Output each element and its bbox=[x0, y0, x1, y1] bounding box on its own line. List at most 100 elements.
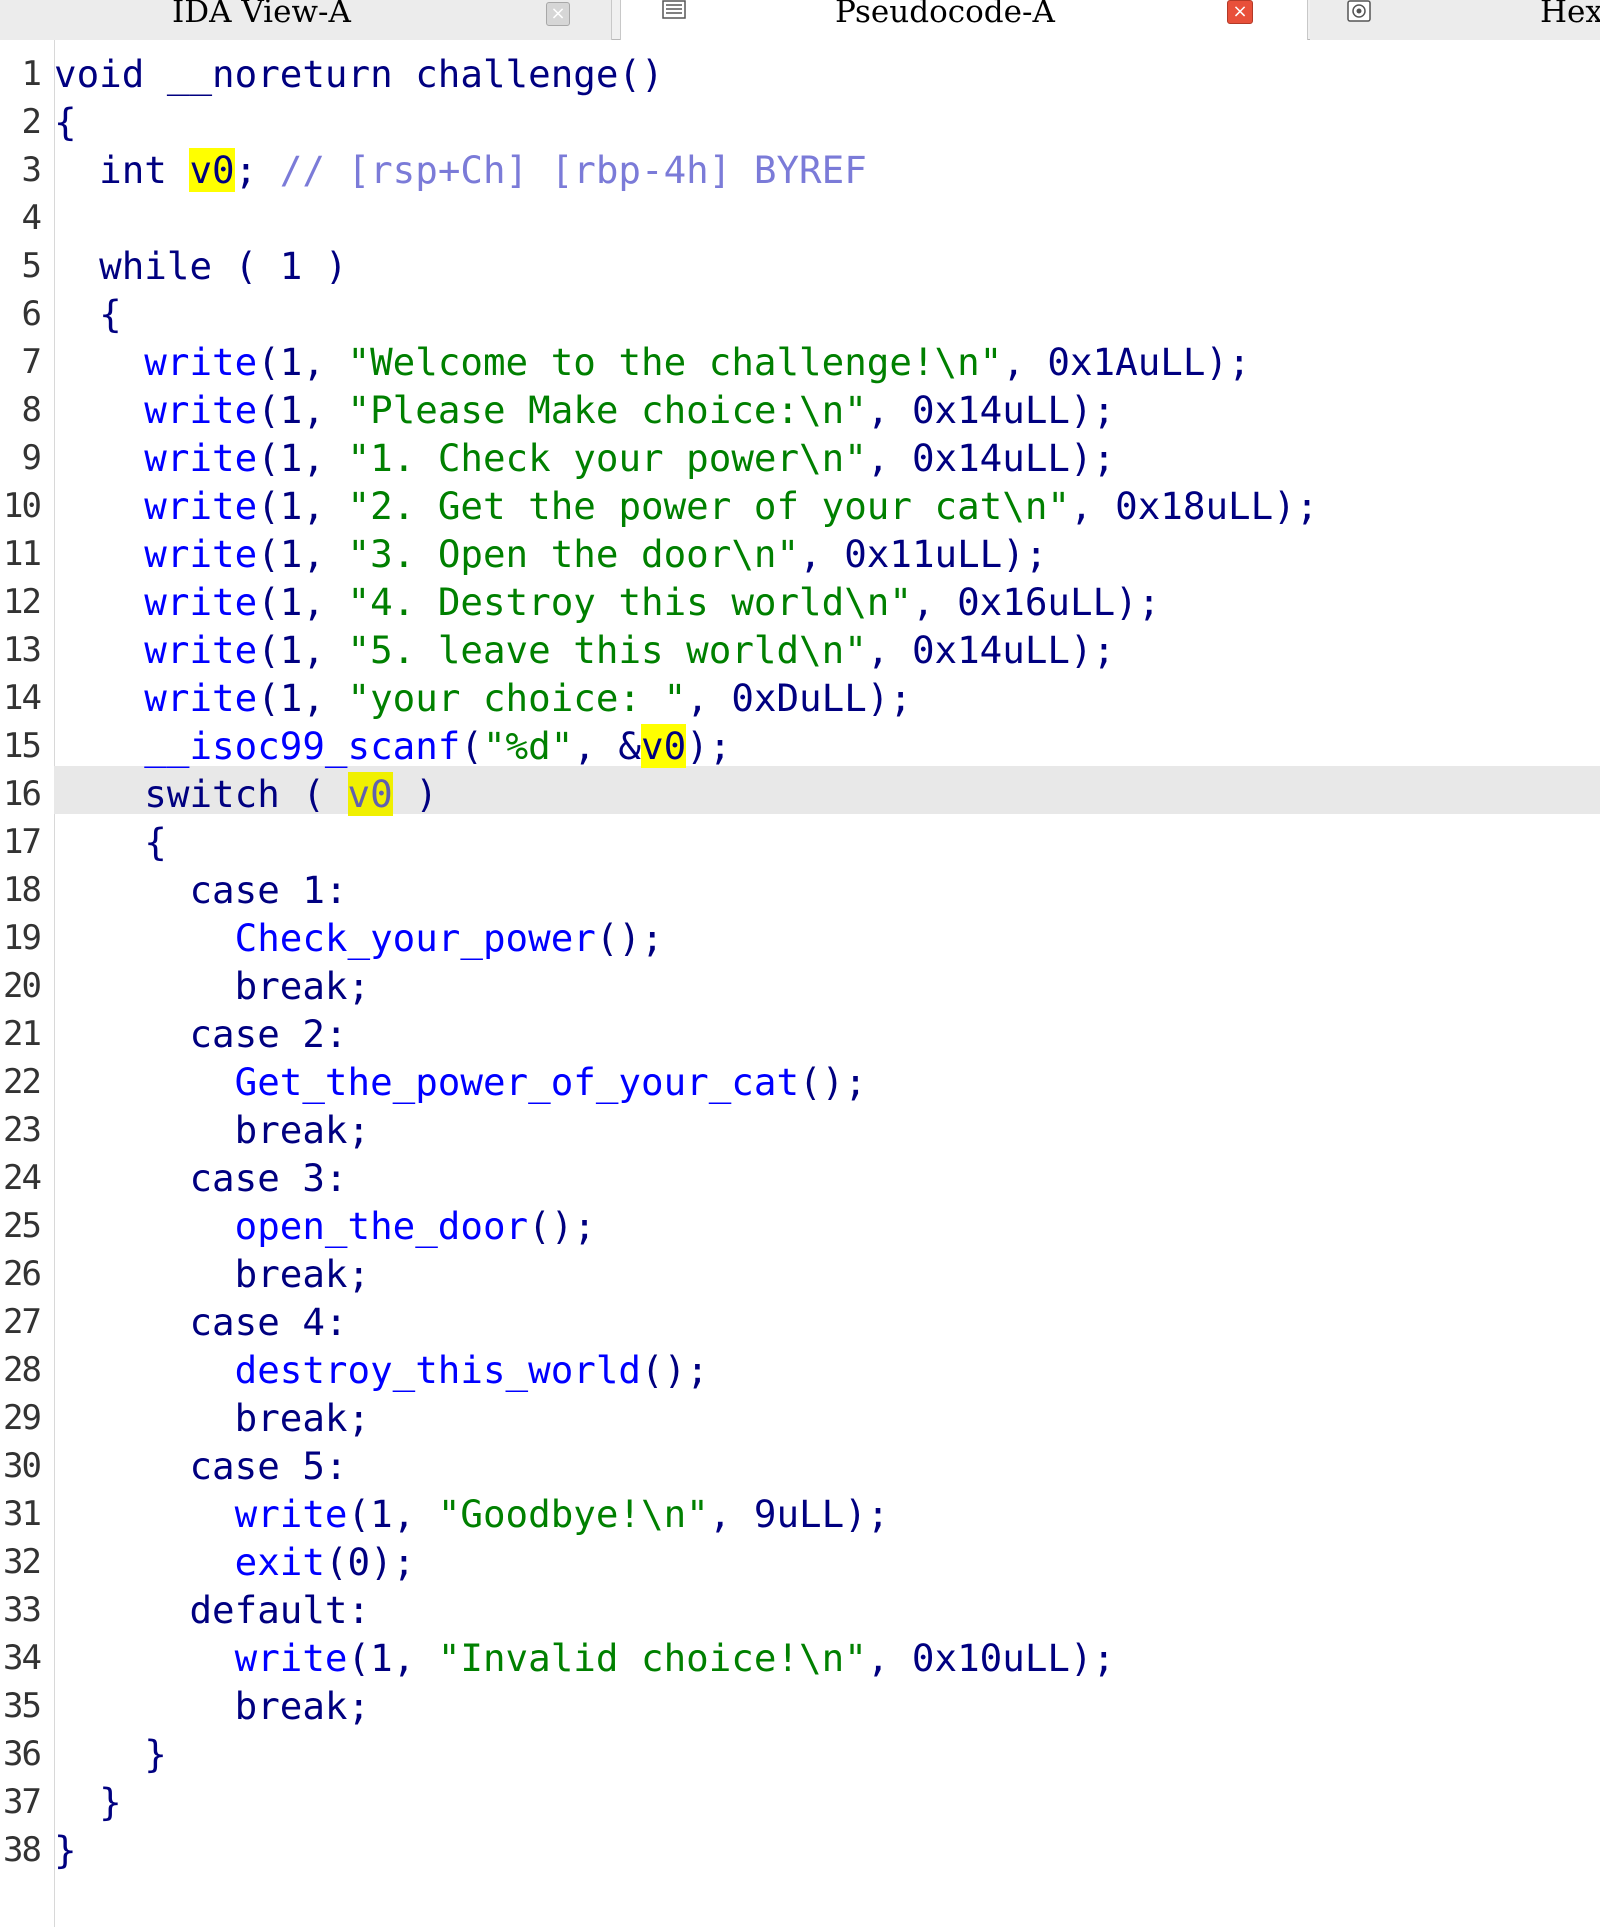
code-line[interactable]: 33 default: bbox=[0, 1586, 1600, 1634]
code-line[interactable]: 7 write(1, "Welcome to the challenge!\n"… bbox=[0, 338, 1600, 386]
tab-hex-view[interactable]: Hex bbox=[1310, 0, 1600, 40]
function-call[interactable]: write bbox=[54, 676, 257, 720]
code-text[interactable]: } bbox=[54, 1778, 122, 1826]
code-text[interactable]: exit(0); bbox=[54, 1538, 416, 1586]
code-token[interactable]: (1, bbox=[257, 628, 347, 672]
code-token[interactable]: void __noreturn challenge() bbox=[54, 52, 664, 96]
function-call[interactable]: destroy_this_world bbox=[54, 1348, 641, 1392]
code-text[interactable]: case 5: bbox=[54, 1442, 347, 1490]
code-line[interactable]: 36 } bbox=[0, 1730, 1600, 1778]
code-line[interactable]: 9 write(1, "1. Check your power\n", 0x14… bbox=[0, 434, 1600, 482]
pseudocode-editor[interactable]: 1 void __noreturn challenge() 2{3 int v0; … bbox=[0, 40, 1600, 1927]
code-line[interactable]: 25 open_the_door(); bbox=[0, 1202, 1600, 1250]
code-text[interactable]: int v0; // [rsp+Ch] [rbp-4h] BYREF bbox=[54, 146, 867, 194]
code-line[interactable]: 17 { bbox=[0, 818, 1600, 866]
string-literal[interactable]: "your choice: " bbox=[348, 676, 687, 720]
code-line[interactable]: 14 write(1, "your choice: ", 0xDuLL); bbox=[0, 674, 1600, 722]
code-token[interactable]: { bbox=[54, 100, 77, 144]
code-line[interactable]: 4 bbox=[0, 194, 1600, 242]
code-line[interactable]: 19 Check_your_power(); bbox=[0, 914, 1600, 962]
code-text[interactable]: write(1, "your choice: ", 0xDuLL); bbox=[54, 674, 912, 722]
function-call[interactable]: write bbox=[54, 1492, 348, 1536]
function-call[interactable]: write bbox=[54, 532, 257, 576]
code-token[interactable]: ; bbox=[235, 148, 280, 192]
code-token[interactable]: (1, bbox=[257, 532, 347, 576]
code-line[interactable]: 10 write(1, "2. Get the power of your ca… bbox=[0, 482, 1600, 530]
code-token[interactable]: { bbox=[54, 820, 167, 864]
code-token[interactable]: } bbox=[54, 1732, 167, 1776]
code-token[interactable]: (1, bbox=[257, 484, 347, 528]
code-line[interactable]: 38} bbox=[0, 1826, 1600, 1874]
code-text[interactable]: case 2: bbox=[54, 1010, 347, 1058]
code-text[interactable]: write(1, "Goodbye!\n", 9uLL); bbox=[54, 1490, 890, 1538]
code-text[interactable]: case 3: bbox=[54, 1154, 347, 1202]
function-call[interactable]: exit bbox=[54, 1540, 325, 1584]
code-token[interactable]: case 1: bbox=[54, 868, 347, 912]
code-text[interactable]: __isoc99_scanf("%d", &v0); bbox=[54, 722, 731, 770]
string-literal[interactable]: "2. Get the power of your cat\n" bbox=[348, 484, 1070, 528]
string-literal[interactable]: "5. leave this world\n" bbox=[348, 628, 867, 672]
code-text[interactable]: destroy_this_world(); bbox=[54, 1346, 709, 1394]
string-literal[interactable]: "1. Check your power\n" bbox=[348, 436, 867, 480]
function-call[interactable]: write bbox=[54, 580, 257, 624]
code-text[interactable]: open_the_door(); bbox=[54, 1202, 596, 1250]
code-line[interactable]: 24 case 3: bbox=[0, 1154, 1600, 1202]
code-line[interactable]: 8 write(1, "Please Make choice:\n", 0x14… bbox=[0, 386, 1600, 434]
code-line[interactable]: 16 switch ( v0 ) bbox=[0, 770, 1600, 818]
code-token[interactable]: break; bbox=[54, 1108, 370, 1152]
code-line[interactable]: 5 while ( 1 ) bbox=[0, 242, 1600, 290]
code-line[interactable]: 15 __isoc99_scanf("%d", &v0); bbox=[0, 722, 1600, 770]
code-text[interactable]: break; bbox=[54, 1394, 370, 1442]
function-call[interactable]: __isoc99_scanf bbox=[54, 724, 460, 768]
string-literal[interactable]: "Goodbye!\n" bbox=[438, 1492, 709, 1536]
code-line[interactable]: 22 Get_the_power_of_your_cat(); bbox=[0, 1058, 1600, 1106]
function-call[interactable]: Check_your_power bbox=[54, 916, 596, 960]
tab-ida-view[interactable]: IDA View-A × bbox=[0, 0, 612, 40]
code-token[interactable]: break; bbox=[54, 1252, 370, 1296]
highlighted-variable[interactable]: v0 bbox=[641, 724, 687, 768]
code-token[interactable]: , 0x14uLL); bbox=[867, 436, 1115, 480]
code-text[interactable]: Check_your_power(); bbox=[54, 914, 664, 962]
string-literal[interactable]: "3. Open the door\n" bbox=[348, 532, 800, 576]
code-token[interactable]: } bbox=[54, 1780, 122, 1824]
code-text[interactable]: write(1, "1. Check your power\n", 0x14uL… bbox=[54, 434, 1115, 482]
code-text[interactable]: write(1, "Please Make choice:\n", 0x14uL… bbox=[54, 386, 1115, 434]
code-token[interactable]: (0); bbox=[325, 1540, 415, 1584]
code-text[interactable]: break; bbox=[54, 1682, 370, 1730]
code-line[interactable]: 13 write(1, "5. leave this world\n", 0x1… bbox=[0, 626, 1600, 674]
code-text[interactable]: write(1, "Invalid choice!\n", 0x10uLL); bbox=[54, 1634, 1116, 1682]
code-text[interactable]: } bbox=[54, 1730, 167, 1778]
code-token[interactable]: , 0x14uLL); bbox=[867, 388, 1115, 432]
code-token[interactable]: , 0x14uLL); bbox=[867, 628, 1115, 672]
code-line[interactable]: 20 break; bbox=[0, 962, 1600, 1010]
code-token[interactable]: break; bbox=[54, 964, 370, 1008]
string-literal[interactable]: "Welcome to the challenge!\n" bbox=[348, 340, 1003, 384]
tab-pseudocode[interactable]: Pseudocode-A × bbox=[620, 0, 1308, 40]
code-text[interactable]: write(1, "5. leave this world\n", 0x14uL… bbox=[54, 626, 1115, 674]
code-line[interactable]: 1 void __noreturn challenge() bbox=[0, 50, 1600, 98]
code-token[interactable]: } bbox=[54, 1828, 77, 1872]
function-call[interactable]: write bbox=[54, 388, 257, 432]
function-call[interactable]: Get_the_power_of_your_cat bbox=[54, 1060, 799, 1104]
string-literal[interactable]: "%d" bbox=[483, 724, 573, 768]
code-line[interactable]: 2{ bbox=[0, 98, 1600, 146]
code-token[interactable]: (1, bbox=[257, 388, 347, 432]
code-text[interactable]: void __noreturn challenge() bbox=[54, 50, 664, 98]
code-token[interactable]: ) bbox=[393, 772, 438, 816]
code-text[interactable]: Get_the_power_of_your_cat(); bbox=[54, 1058, 867, 1106]
code-token[interactable]: (1, bbox=[257, 676, 347, 720]
code-line[interactable]: 28 destroy_this_world(); bbox=[0, 1346, 1600, 1394]
code-token[interactable]: (); bbox=[799, 1060, 867, 1104]
code-line[interactable]: 29 break; bbox=[0, 1394, 1600, 1442]
code-text[interactable]: write(1, "3. Open the door\n", 0x11uLL); bbox=[54, 530, 1047, 578]
highlighted-variable[interactable]: v0 bbox=[189, 148, 235, 192]
code-line[interactable]: 35 break; bbox=[0, 1682, 1600, 1730]
code-token[interactable]: , 0xDuLL); bbox=[686, 676, 912, 720]
code-text[interactable]: { bbox=[54, 290, 122, 338]
highlighted-variable[interactable]: v0 bbox=[347, 772, 393, 816]
code-comment[interactable]: // [rsp+Ch] [rbp-4h] BYREF bbox=[280, 148, 867, 192]
code-token[interactable]: case 2: bbox=[54, 1012, 347, 1056]
string-literal[interactable]: "4. Destroy this world\n" bbox=[348, 580, 912, 624]
code-token[interactable]: (); bbox=[596, 916, 664, 960]
code-token[interactable]: , 9uLL); bbox=[709, 1492, 890, 1536]
